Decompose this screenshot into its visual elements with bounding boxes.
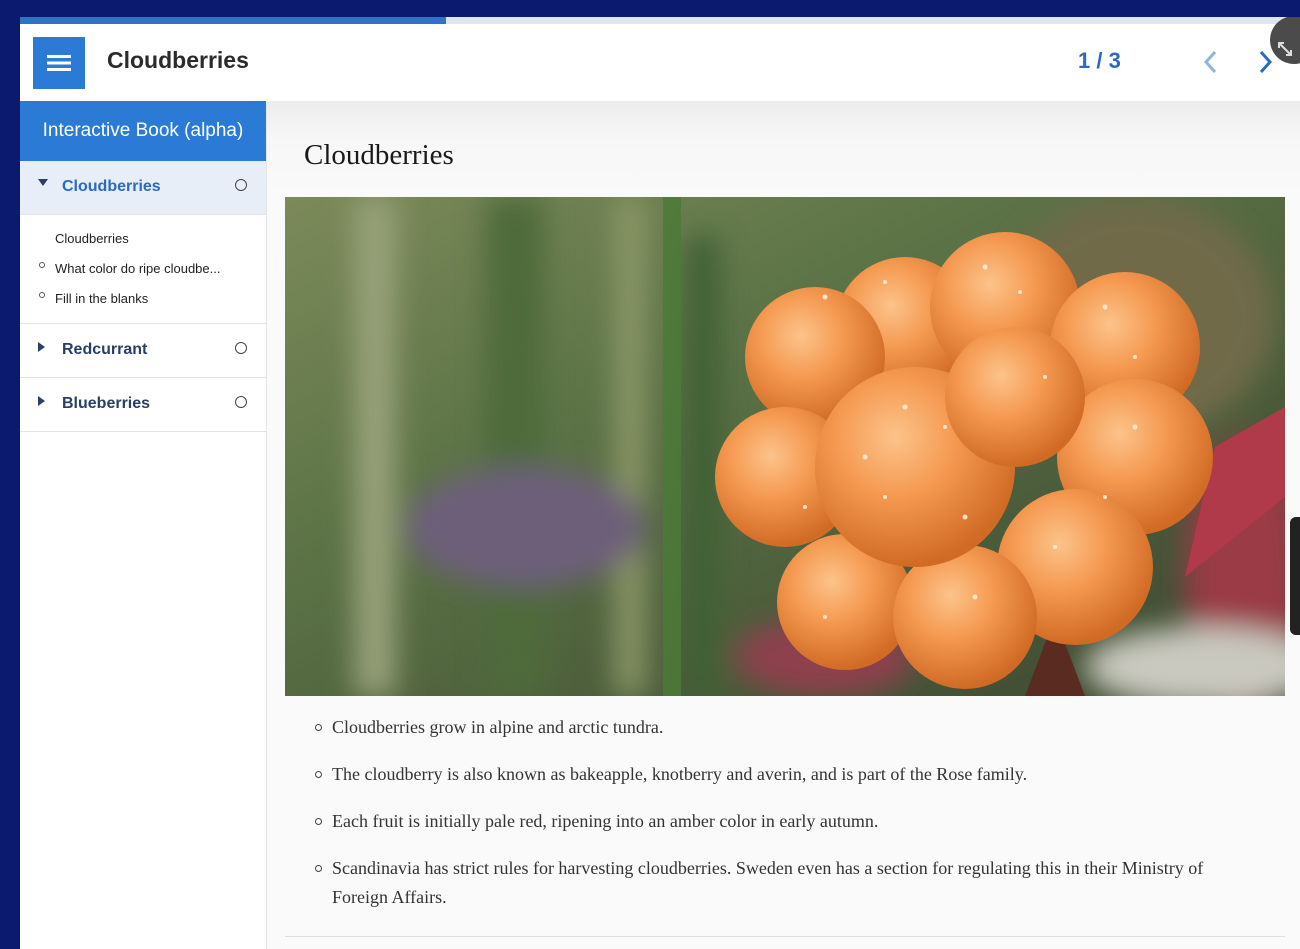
previous-page-button[interactable]: [1196, 48, 1224, 76]
content-divider: [285, 936, 1285, 937]
book-title: Cloudberries: [107, 47, 249, 73]
fact-text: Each fruit is initially pale red, ripeni…: [332, 811, 879, 831]
sidebar-heading: Interactive Book (alpha): [20, 101, 266, 161]
bullet-icon: [315, 865, 322, 872]
bullet-icon: [39, 292, 45, 298]
side-panel-handle[interactable]: [1290, 517, 1300, 635]
chevron-right-icon: [1259, 50, 1273, 74]
fact-text: The cloudberry is also known as bakeappl…: [332, 764, 1028, 784]
chapter-label: Redcurrant: [62, 341, 148, 358]
section-item-color-question[interactable]: What color do ripe cloudbe...: [20, 253, 266, 283]
chevron-left-icon: [1203, 50, 1217, 74]
progress-fill: [20, 17, 447, 24]
chapter-blueberries[interactable]: Blueberries: [20, 378, 266, 432]
interactive-book-frame: Cloudberries 1 / 3 Interactive Book (alp…: [20, 17, 1300, 949]
status-circle-icon: [235, 179, 247, 191]
caret-down-icon: [38, 179, 48, 186]
fact-text: Scandinavia has strict rules for harvest…: [332, 858, 1204, 907]
section-item-cloudberries[interactable]: Cloudberries: [20, 223, 266, 253]
book-header: Cloudberries 1 / 3: [20, 17, 1300, 101]
page-title: Cloudberries: [304, 139, 454, 171]
status-circle-icon: [235, 396, 247, 408]
menu-button[interactable]: [33, 37, 85, 89]
chapter-label: Cloudberries: [62, 178, 161, 195]
bullet-icon: [315, 818, 322, 825]
table-of-contents: Interactive Book (alpha) Cloudberries Cl…: [20, 101, 267, 949]
fact-text: Cloudberries grow in alpine and arctic t…: [332, 717, 664, 737]
chapter-label: Blueberries: [62, 395, 151, 412]
section-label: Cloudberries: [55, 231, 129, 246]
list-item: The cloudberry is also known as bakeappl…: [315, 760, 1235, 789]
hamburger-icon: [47, 55, 71, 71]
bullet-icon: [39, 262, 45, 268]
progress-bar: [20, 17, 1300, 24]
bullet-icon: [315, 771, 322, 778]
list-item: Each fruit is initially pale red, ripeni…: [315, 807, 1235, 836]
section-label: What color do ripe cloudbe...: [55, 261, 221, 276]
fact-list: Cloudberries grow in alpine and arctic t…: [315, 713, 1235, 930]
chapter-sections: Cloudberries What color do ripe cloudbe.…: [20, 215, 266, 324]
chapter-cloudberries[interactable]: Cloudberries: [20, 161, 266, 215]
list-item: Scandinavia has strict rules for harvest…: [315, 854, 1235, 912]
page-counter: 1 / 3: [1078, 48, 1121, 73]
caret-right-icon: [38, 396, 45, 406]
section-item-fill-blanks[interactable]: Fill in the blanks: [20, 283, 266, 313]
page-content: Cloudberries Cloudberries grow in alpine…: [267, 101, 1300, 949]
list-item: Cloudberries grow in alpine and arctic t…: [315, 713, 1235, 742]
section-label: Fill in the blanks: [55, 291, 149, 306]
cloudberry-photo: [285, 197, 1285, 696]
bullet-icon: [315, 724, 322, 731]
caret-right-icon: [38, 342, 45, 352]
chapter-redcurrant[interactable]: Redcurrant: [20, 324, 266, 378]
status-circle-icon: [235, 342, 247, 354]
expand-icon: [1278, 42, 1292, 56]
